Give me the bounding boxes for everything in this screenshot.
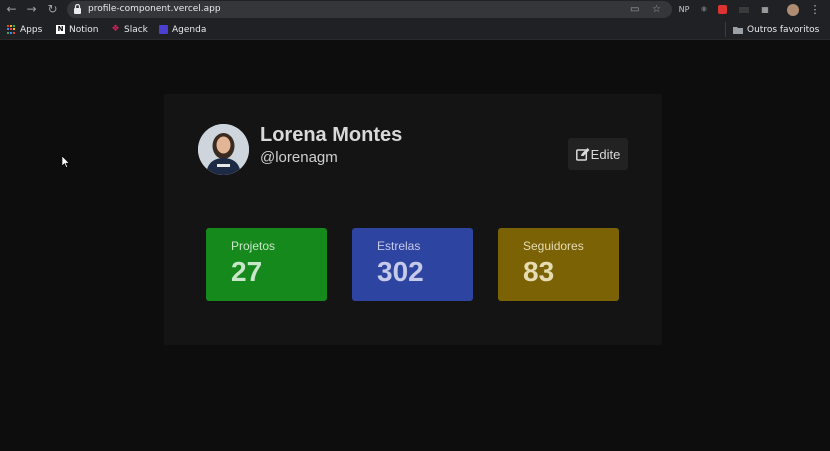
react-devtools-icon[interactable]: ⚛ xyxy=(698,2,710,17)
apps-grid-icon xyxy=(7,25,16,34)
stat-label: Projetos xyxy=(231,239,276,253)
extension-grid-icon[interactable]: ▦ xyxy=(759,2,771,17)
slack-icon: ❖ xyxy=(111,24,120,34)
cast-icon[interactable]: ▭ xyxy=(630,3,639,16)
bookmark-label: Notion xyxy=(69,24,99,35)
stat-value: 83 xyxy=(523,256,555,287)
bookmark-apps[interactable]: Apps xyxy=(7,22,42,37)
bookmark-label: Agenda xyxy=(172,24,207,35)
edit-icon xyxy=(575,147,590,161)
bookmarks-bar: Apps N Notion ❖ Slack Agenda Outros favo… xyxy=(0,19,830,40)
stat-card-followers: Seguidores 83 xyxy=(498,228,619,301)
profile-handle: @lorenagm xyxy=(260,149,338,166)
np-extension-label[interactable]: NP xyxy=(678,2,690,17)
other-bookmarks-folder[interactable]: Outros favoritos xyxy=(725,22,819,37)
stat-card-projects: Projetos 27 xyxy=(206,228,327,301)
stat-label: Seguidores xyxy=(523,239,584,253)
stat-value: 302 xyxy=(377,256,424,287)
notion-icon: N xyxy=(56,25,65,34)
edit-button[interactable]: Edite xyxy=(568,138,628,170)
profile-card: Lorena Montes @lorenagm Edite Projetos 2… xyxy=(164,94,662,345)
stat-value: 27 xyxy=(231,256,263,287)
page-viewport: Lorena Montes @lorenagm Edite Projetos 2… xyxy=(0,41,830,451)
other-bookmarks-label: Outros favoritos xyxy=(747,24,820,35)
profile-name: Lorena Montes xyxy=(260,124,403,146)
edit-button-label: Edite xyxy=(590,146,621,162)
lock-icon xyxy=(74,4,81,14)
bookmark-label: Slack xyxy=(124,24,148,35)
extension-dark-icon[interactable] xyxy=(737,2,751,17)
bookmark-label: Apps xyxy=(20,24,43,35)
calendar-icon xyxy=(159,25,168,34)
forward-icon[interactable]: → xyxy=(24,2,39,17)
stat-label: Estrelas xyxy=(377,239,421,253)
bookmark-agenda[interactable]: Agenda xyxy=(159,22,206,37)
reload-icon[interactable]: ↻ xyxy=(45,2,60,17)
avatar xyxy=(198,124,249,175)
address-bar[interactable]: profile-component.vercel.app ▭ ☆ xyxy=(67,1,672,18)
bookmark-star-icon[interactable]: ☆ xyxy=(652,3,661,16)
profile-photo xyxy=(198,124,249,175)
folder-icon xyxy=(733,26,743,34)
mouse-cursor-icon xyxy=(62,156,70,168)
menu-kebab-icon[interactable]: ⋮ xyxy=(809,2,821,17)
browser-toolbar: ← → ↻ profile-component.vercel.app ▭ ☆ N… xyxy=(0,0,830,19)
bookmark-slack[interactable]: ❖ Slack xyxy=(111,22,148,37)
back-icon[interactable]: ← xyxy=(4,2,19,17)
url-text: profile-component.vercel.app xyxy=(88,4,221,14)
stat-card-stars: Estrelas 302 xyxy=(352,228,473,301)
bookmark-notion[interactable]: N Notion xyxy=(56,22,98,37)
extension-red-icon[interactable] xyxy=(716,2,728,17)
profile-avatar-icon[interactable] xyxy=(786,2,800,17)
